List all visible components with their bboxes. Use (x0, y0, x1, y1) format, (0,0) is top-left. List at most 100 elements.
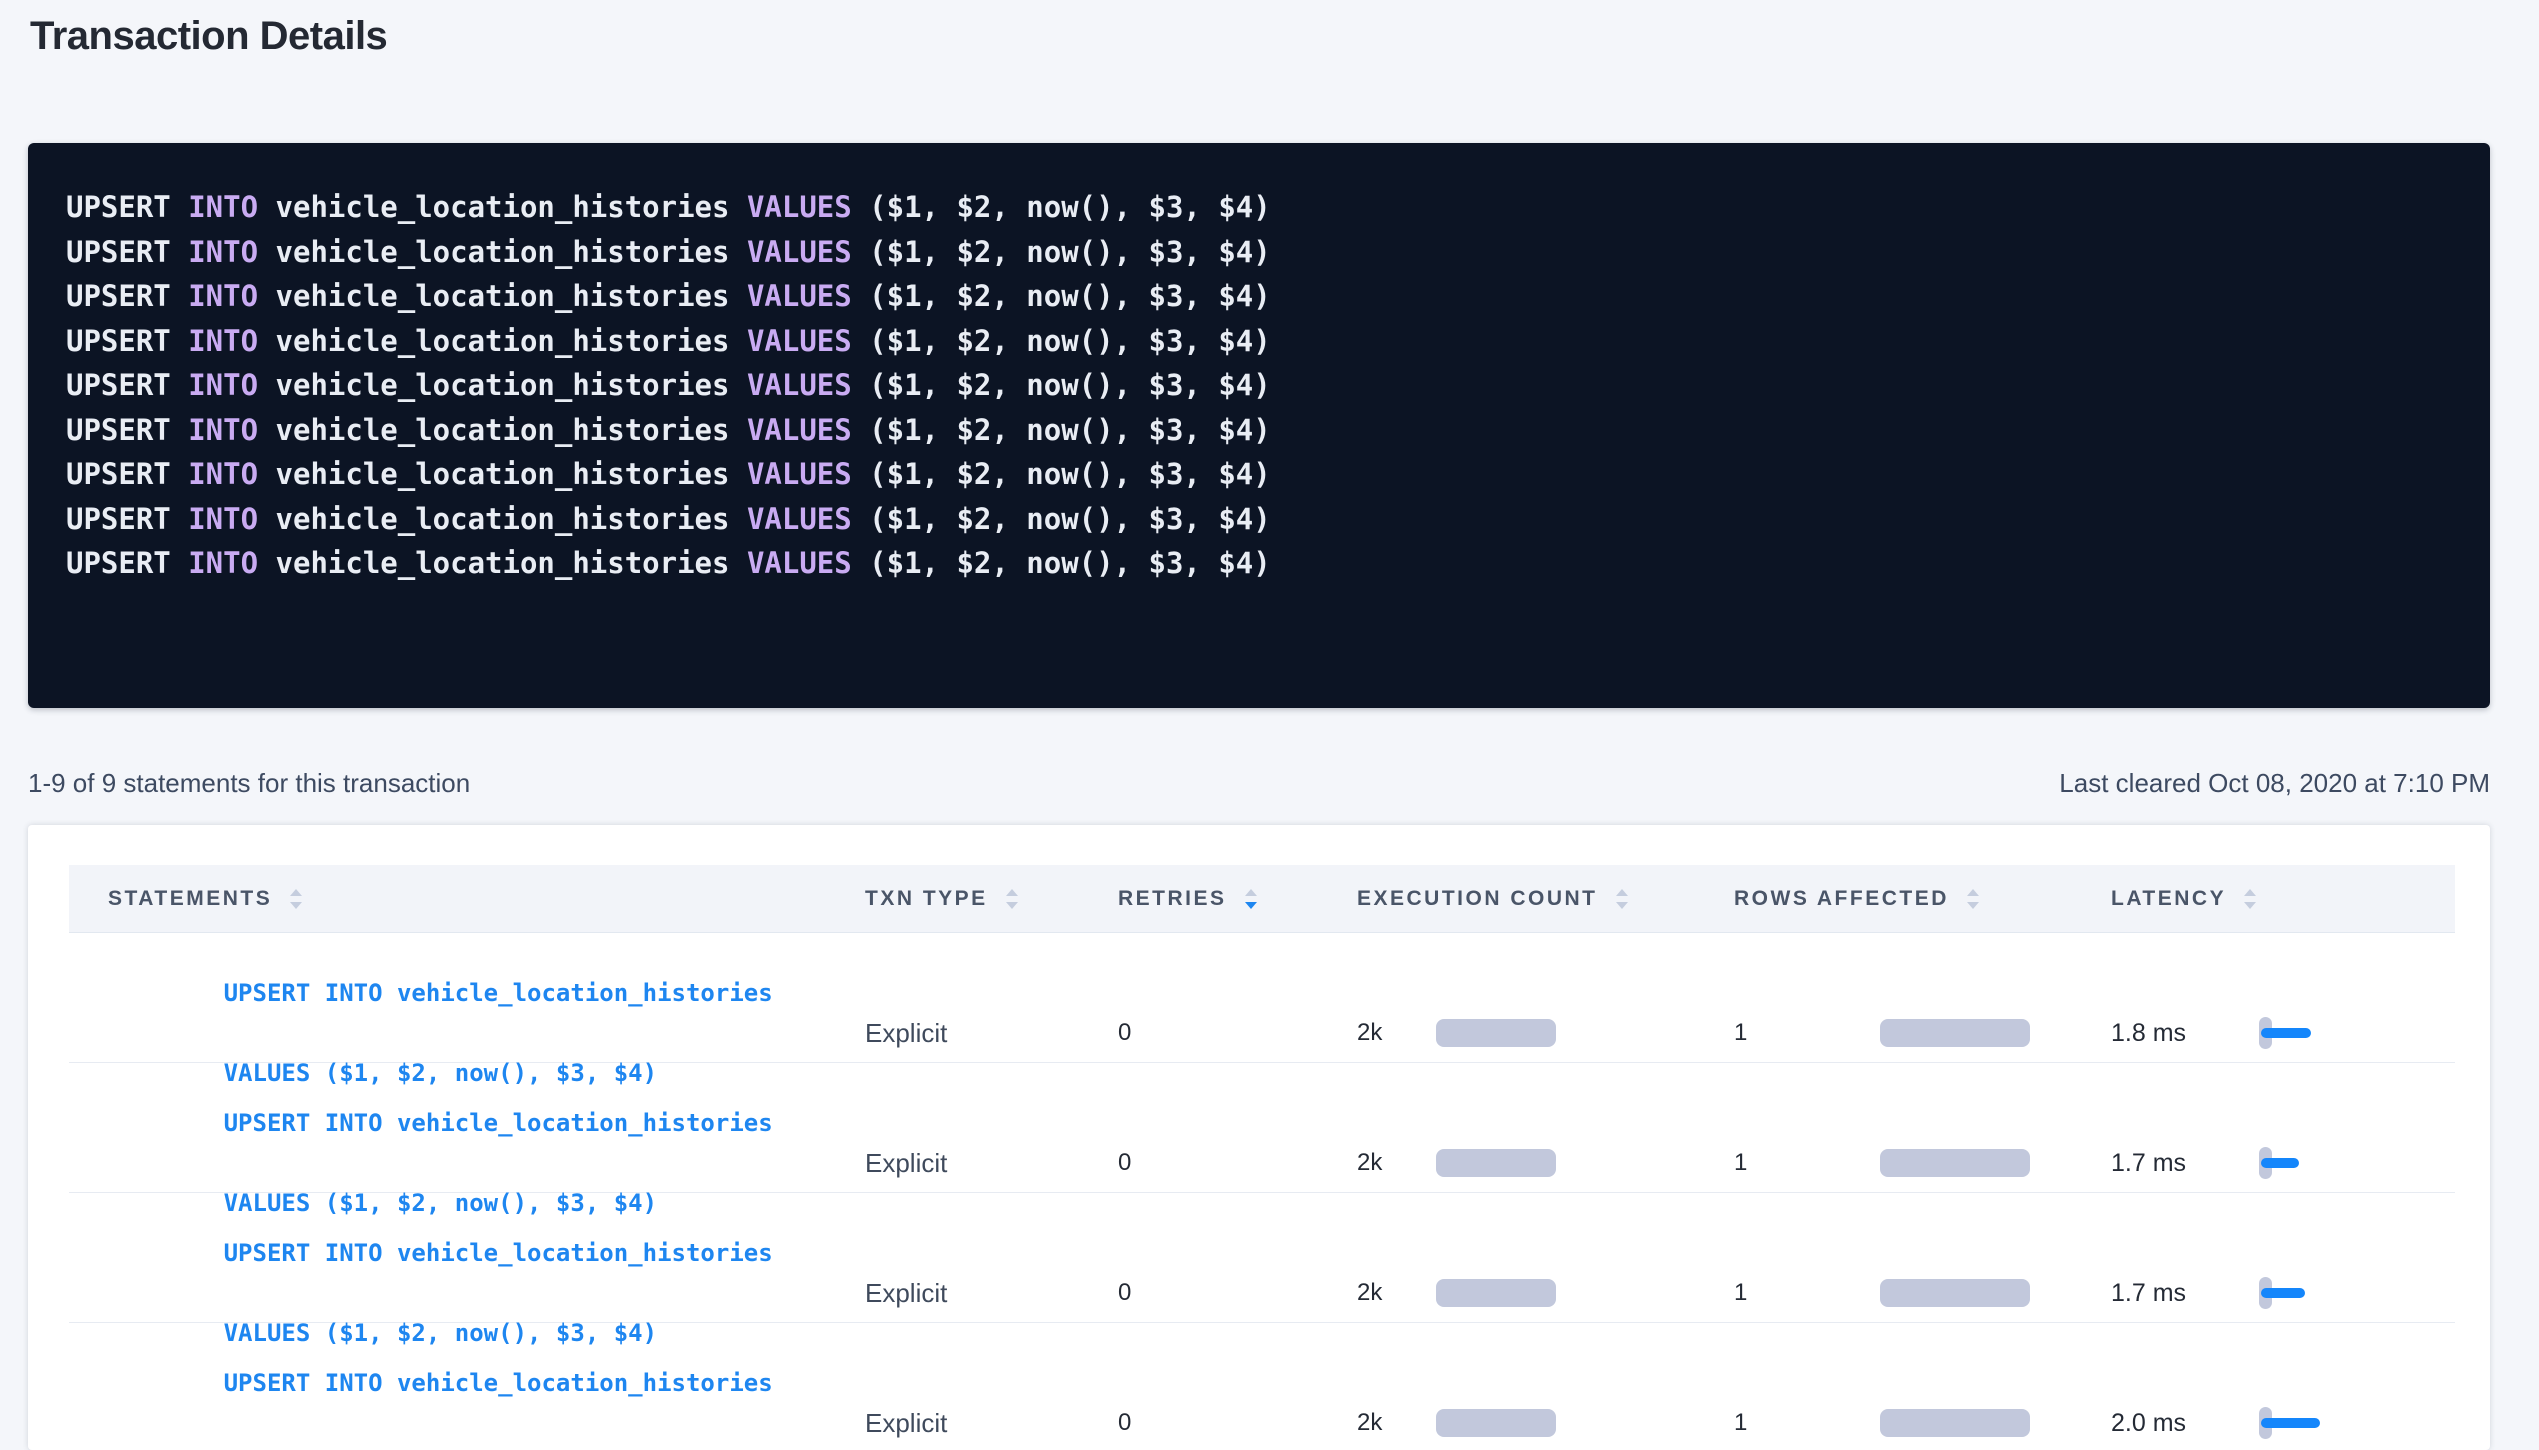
code-line: UPSERT INTO vehicle_location_histories V… (66, 452, 2452, 497)
latency-bar (2261, 1288, 2305, 1298)
txn-type-value: Explicit (865, 1408, 947, 1439)
execution-count-value: 2k (1357, 1019, 1436, 1047)
sql-text: ($1, $2, now(), $3, $4) (852, 413, 1271, 447)
code-line: UPSERT INTO vehicle_location_histories V… (66, 230, 2452, 275)
execution-count-bar (1436, 1279, 1556, 1307)
retries-value: 0 (1118, 1149, 1131, 1177)
sort-asc-icon (290, 889, 302, 896)
statement-line-1: UPSERT INTO vehicle_location_histories (224, 1369, 773, 1397)
table-body: UPSERT INTO vehicle_location_histories V… (69, 933, 2455, 1450)
column-header-label: STATEMENTS (108, 887, 272, 911)
column-header-latency[interactable]: LATENCY (2111, 887, 2455, 911)
sort-arrows (1967, 889, 1979, 909)
summary-bar: 1-9 of 9 statements for this transaction… (28, 766, 2490, 800)
rows-affected-cell: 1 (1734, 1019, 2111, 1047)
sql-keyword: VALUES (747, 413, 852, 447)
code-line: UPSERT INTO vehicle_location_histories V… (66, 408, 2452, 453)
table-row: UPSERT INTO vehicle_location_histories V… (69, 1193, 2455, 1323)
sort-asc-icon (1006, 889, 1018, 896)
sql-text: vehicle_location_histories (258, 190, 747, 224)
txn-type-cell: Explicit (865, 1278, 1118, 1309)
latency-chart (2259, 1406, 2329, 1440)
sort-arrows (2244, 889, 2256, 909)
statements-code-block: UPSERT INTO vehicle_location_histories V… (28, 143, 2490, 708)
sql-text: vehicle_location_histories (258, 279, 747, 313)
sql-text: UPSERT (66, 546, 188, 580)
page-title: Transaction Details (30, 0, 2539, 58)
sql-keyword: VALUES (747, 279, 852, 313)
statement-line-1: UPSERT INTO vehicle_location_histories (224, 1109, 773, 1137)
latency-chart (2259, 1146, 2329, 1180)
sort-asc-icon (1245, 889, 1257, 896)
retries-value: 0 (1118, 1409, 1131, 1437)
sql-keyword: VALUES (747, 190, 852, 224)
sql-text: UPSERT (66, 368, 188, 402)
execution-count-bar (1436, 1149, 1556, 1177)
statement-link[interactable]: UPSERT INTO vehicle_location_histories V… (69, 1323, 773, 1450)
sort-desc-icon (1006, 902, 1018, 909)
sql-keyword: VALUES (747, 502, 852, 536)
statement-line-1: UPSERT INTO vehicle_location_histories (224, 979, 773, 1007)
rows-affected-cell: 1 (1734, 1279, 2111, 1307)
sql-keyword: VALUES (747, 546, 852, 580)
sql-keyword: INTO (188, 546, 258, 580)
sort-arrows (1616, 889, 1628, 909)
sql-keyword: INTO (188, 235, 258, 269)
statement-cell: UPSERT INTO vehicle_location_histories V… (69, 1323, 865, 1450)
last-cleared-text: Last cleared Oct 08, 2020 at 7:10 PM (2059, 766, 2490, 800)
sql-keyword: INTO (188, 413, 258, 447)
sql-text: vehicle_location_histories (258, 324, 747, 358)
table-header-row: STATEMENTS TXN TYPE RETRIES EXECUTION CO… (69, 865, 2455, 933)
rows-affected-value: 1 (1734, 1409, 1880, 1437)
sql-keyword: INTO (188, 324, 258, 358)
column-header-execution-count[interactable]: EXECUTION COUNT (1357, 887, 1734, 911)
rows-affected-bar (1880, 1409, 2030, 1437)
retries-cell: 0 (1118, 1409, 1357, 1437)
sort-desc-icon (1245, 902, 1257, 909)
column-header-txn-type[interactable]: TXN TYPE (865, 887, 1118, 911)
sql-keyword: VALUES (747, 235, 852, 269)
latency-value: 2.0 ms (2111, 1409, 2259, 1438)
retries-cell: 0 (1118, 1149, 1357, 1177)
execution-count-cell: 2k (1357, 1409, 1734, 1437)
txn-type-value: Explicit (865, 1018, 947, 1049)
txn-type-value: Explicit (865, 1148, 947, 1179)
sql-text: UPSERT (66, 235, 188, 269)
sql-text: vehicle_location_histories (258, 235, 747, 269)
latency-value: 1.8 ms (2111, 1019, 2259, 1048)
code-line: UPSERT INTO vehicle_location_histories V… (66, 363, 2452, 408)
sql-text: ($1, $2, now(), $3, $4) (852, 502, 1271, 536)
latency-bar (2261, 1158, 2299, 1168)
latency-cell: 1.7 ms (2111, 1276, 2455, 1310)
latency-cell: 1.8 ms (2111, 1016, 2455, 1050)
column-header-label: EXECUTION COUNT (1357, 887, 1598, 911)
code-line: UPSERT INTO vehicle_location_histories V… (66, 541, 2452, 586)
code-lines: UPSERT INTO vehicle_location_histories V… (66, 185, 2452, 586)
column-header-rows-affected[interactable]: ROWS AFFECTED (1734, 887, 2111, 911)
latency-value: 1.7 ms (2111, 1279, 2259, 1308)
column-header-retries[interactable]: RETRIES (1118, 887, 1357, 911)
latency-cell: 1.7 ms (2111, 1146, 2455, 1180)
retries-cell: 0 (1118, 1279, 1357, 1307)
sort-desc-icon (1616, 902, 1628, 909)
sql-text: vehicle_location_histories (258, 502, 747, 536)
sort-arrows (1245, 889, 1257, 909)
table-row: UPSERT INTO vehicle_location_histories V… (69, 1063, 2455, 1193)
column-header-label: RETRIES (1118, 887, 1227, 911)
sql-text: UPSERT (66, 324, 188, 358)
column-header-statements[interactable]: STATEMENTS (69, 887, 865, 911)
column-header-label: TXN TYPE (865, 887, 988, 911)
sql-keyword: INTO (188, 502, 258, 536)
sql-text: ($1, $2, now(), $3, $4) (852, 368, 1271, 402)
sql-text: UPSERT (66, 190, 188, 224)
execution-count-value: 2k (1357, 1409, 1436, 1437)
sort-arrows (1006, 889, 1018, 909)
code-line: UPSERT INTO vehicle_location_histories V… (66, 319, 2452, 364)
sql-text: vehicle_location_histories (258, 413, 747, 447)
sql-keyword: INTO (188, 368, 258, 402)
statement-line-1: UPSERT INTO vehicle_location_histories (224, 1239, 773, 1267)
rows-affected-cell: 1 (1734, 1149, 2111, 1177)
sql-text: vehicle_location_histories (258, 368, 747, 402)
sort-desc-icon (290, 902, 302, 909)
sql-keyword: INTO (188, 190, 258, 224)
